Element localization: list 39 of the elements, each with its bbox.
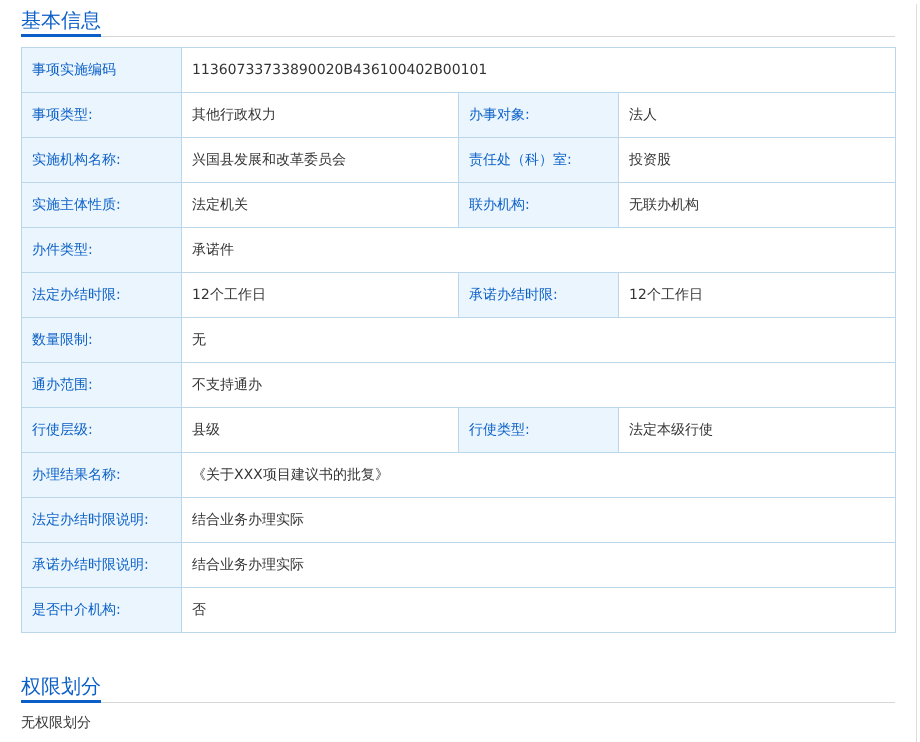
label-cell: 责任处（科）室: [458, 138, 618, 182]
value-cell: 承诺件 [182, 228, 896, 272]
label-cell: 办事对象: [458, 92, 618, 138]
value-cell: 投资股 [618, 138, 896, 182]
value-cell: 否 [182, 588, 896, 632]
value-cell: 结合业务办理实际 [182, 542, 896, 588]
label-cell: 联办机构: [458, 182, 618, 228]
value-cell: 《关于XXX项目建议书的批复》 [182, 452, 896, 498]
value-cell: 法定机关 [182, 182, 458, 228]
label-cell: 实施机构名称: [22, 138, 182, 182]
value-cell: 11360733733890020B436100402B00101 [182, 48, 896, 92]
section-title: 基本信息 [21, 4, 101, 37]
label-cell: 数量限制: [22, 318, 182, 362]
value-cell: 县级 [182, 408, 458, 452]
value-cell: 12个工作日 [618, 272, 896, 318]
label-cell: 事项实施编码 [22, 48, 182, 92]
value-cell: 兴国县发展和改革委员会 [182, 138, 458, 182]
label-cell: 承诺办结时限说明: [22, 542, 182, 588]
section-title: 权限划分 [21, 670, 101, 703]
value-cell: 结合业务办理实际 [182, 498, 896, 542]
label-cell: 行使类型: [458, 408, 618, 452]
value-cell: 无 [182, 318, 896, 362]
label-cell: 实施主体性质: [22, 182, 182, 228]
label-cell: 承诺办结时限: [458, 272, 618, 318]
label-cell: 事项类型: [22, 92, 182, 138]
body-text: 无权限划分 [21, 714, 92, 733]
label-cell: 通办范围: [22, 362, 182, 408]
value-cell: 法人 [618, 92, 896, 138]
label-cell: 是否中介机构: [22, 588, 182, 632]
value-cell: 12个工作日 [182, 272, 458, 318]
label-cell: 办理结果名称: [22, 452, 182, 498]
value-cell: 无联办机构 [618, 182, 896, 228]
label-cell: 法定办结时限: [22, 272, 182, 318]
label-cell: 办件类型: [22, 228, 182, 272]
value-cell: 法定本级行使 [618, 408, 896, 452]
label-cell: 法定办结时限说明: [22, 498, 182, 542]
label-cell: 行使层级: [22, 408, 182, 452]
value-cell: 不支持通办 [182, 362, 896, 408]
value-cell: 其他行政权力 [182, 92, 458, 138]
